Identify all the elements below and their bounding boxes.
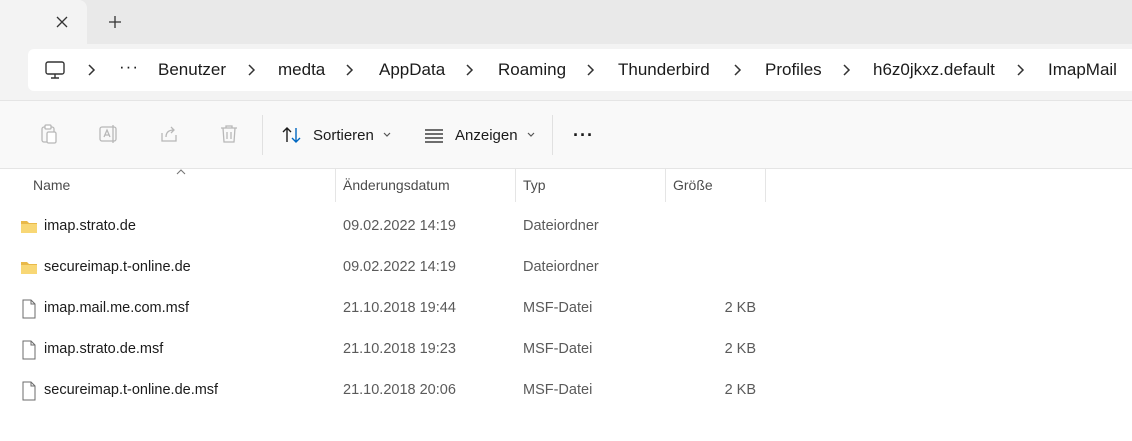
close-tab-button[interactable] bbox=[51, 11, 73, 33]
chevron-right-icon[interactable] bbox=[464, 61, 476, 79]
view-button[interactable]: Anzeigen bbox=[423, 123, 536, 147]
file-row[interactable]: imap.mail.me.com.msf 21.10.2018 19:44 MSF-… bbox=[0, 289, 800, 330]
file-type: Dateiordner bbox=[523, 259, 599, 275]
command-bar: Sortieren Anzeigen ··· bbox=[0, 101, 1132, 169]
file-icon bbox=[22, 340, 36, 360]
view-list-icon bbox=[425, 129, 443, 143]
toolbar-divider bbox=[552, 115, 553, 155]
column-header-size[interactable]: Größe bbox=[673, 169, 713, 202]
chevron-right-icon[interactable] bbox=[732, 61, 744, 79]
close-icon bbox=[56, 16, 68, 28]
tab-strip bbox=[0, 0, 1132, 44]
file-row[interactable]: imap.strato.de 09.02.2022 14:19 Dateiordne… bbox=[0, 207, 800, 248]
file-name: imap.mail.me.com.msf bbox=[44, 300, 190, 316]
file-size: 2 KB bbox=[724, 341, 756, 357]
file-size: 2 KB bbox=[724, 382, 756, 398]
file-row[interactable]: imap.strato.de.msf 21.10.2018 19:23 MSF-Da… bbox=[0, 330, 800, 371]
file-type: Dateiordner bbox=[523, 218, 599, 234]
breadcrumb-thunderbird[interactable]: Thunderbird bbox=[618, 59, 710, 81]
chevron-right-icon[interactable] bbox=[1015, 61, 1027, 79]
file-type: MSF-Datei bbox=[523, 341, 593, 357]
sort-button[interactable]: Sortieren bbox=[281, 123, 392, 147]
breadcrumb-appdata[interactable]: AppData bbox=[379, 59, 445, 81]
chevron-down-icon bbox=[383, 132, 391, 137]
column-header-name[interactable]: Name bbox=[33, 169, 70, 202]
new-tab-button[interactable] bbox=[104, 11, 126, 33]
chevron-right-icon[interactable] bbox=[585, 61, 597, 79]
chevron-down-icon bbox=[527, 132, 534, 137]
breadcrumb-benutzer[interactable]: Benutzer bbox=[158, 59, 226, 81]
folder-icon bbox=[21, 221, 37, 233]
file-date: 21.10.2018 20:06 bbox=[343, 382, 456, 398]
breadcrumb-overflow-button[interactable]: ··· bbox=[119, 57, 139, 77]
more-options-button[interactable]: ··· bbox=[573, 125, 594, 146]
share-icon[interactable] bbox=[158, 123, 180, 145]
monitor-icon[interactable] bbox=[44, 60, 66, 80]
file-name: secureimap.t-online.de bbox=[44, 259, 191, 275]
file-row[interactable]: secureimap.t-online.de.msf 21.10.2018 20:… bbox=[0, 371, 800, 412]
column-header-type[interactable]: Typ bbox=[523, 169, 546, 202]
paste-icon[interactable] bbox=[38, 123, 60, 145]
breadcrumb-medta[interactable]: medta bbox=[278, 59, 325, 81]
column-divider[interactable] bbox=[665, 169, 666, 202]
chevron-right-icon[interactable] bbox=[841, 61, 853, 79]
file-size: 2 KB bbox=[724, 300, 756, 316]
file-date: 21.10.2018 19:23 bbox=[343, 341, 456, 357]
plus-icon bbox=[109, 16, 121, 28]
file-icon bbox=[22, 381, 36, 401]
toolbar-divider bbox=[262, 115, 263, 155]
file-date: 09.02.2022 14:19 bbox=[343, 218, 456, 234]
column-divider[interactable] bbox=[765, 169, 766, 202]
breadcrumb-imapmail[interactable]: ImapMail bbox=[1048, 59, 1117, 81]
sort-label: Sortieren bbox=[313, 126, 374, 144]
breadcrumb-profile-folder[interactable]: h6z0jkxz.default bbox=[873, 59, 995, 81]
column-divider[interactable] bbox=[515, 169, 516, 202]
chevron-right-icon[interactable] bbox=[246, 61, 258, 79]
address-bar[interactable]: ··· Benutzer medta AppData Roaming Thund… bbox=[28, 49, 1132, 91]
folder-icon bbox=[21, 262, 37, 274]
active-tab[interactable] bbox=[0, 0, 87, 44]
file-row[interactable]: secureimap.t-online.de 09.02.2022 14:19 Da… bbox=[0, 248, 800, 289]
sort-ascending-icon bbox=[176, 169, 186, 175]
delete-icon[interactable] bbox=[218, 123, 240, 145]
file-icon bbox=[22, 299, 36, 319]
breadcrumb-roaming[interactable]: Roaming bbox=[498, 59, 566, 81]
file-name: imap.strato.de bbox=[44, 218, 136, 234]
file-date: 09.02.2022 14:19 bbox=[343, 259, 456, 275]
chevron-right-icon[interactable] bbox=[86, 61, 98, 79]
breadcrumb-profiles[interactable]: Profiles bbox=[765, 59, 822, 81]
view-label: Anzeigen bbox=[455, 126, 518, 144]
file-type: MSF-Datei bbox=[523, 300, 593, 316]
file-type: MSF-Datei bbox=[523, 382, 593, 398]
sort-icon bbox=[282, 127, 301, 143]
address-bar-area: ··· Benutzer medta AppData Roaming Thund… bbox=[0, 44, 1132, 101]
column-divider[interactable] bbox=[335, 169, 336, 202]
rename-icon[interactable] bbox=[98, 123, 120, 145]
file-name: secureimap.t-online.de.msf bbox=[44, 382, 219, 398]
column-header-date[interactable]: Änderungsdatum bbox=[343, 169, 450, 202]
file-name: imap.strato.de.msf bbox=[44, 341, 164, 357]
chevron-right-icon[interactable] bbox=[344, 61, 356, 79]
file-date: 21.10.2018 19:44 bbox=[343, 300, 456, 316]
